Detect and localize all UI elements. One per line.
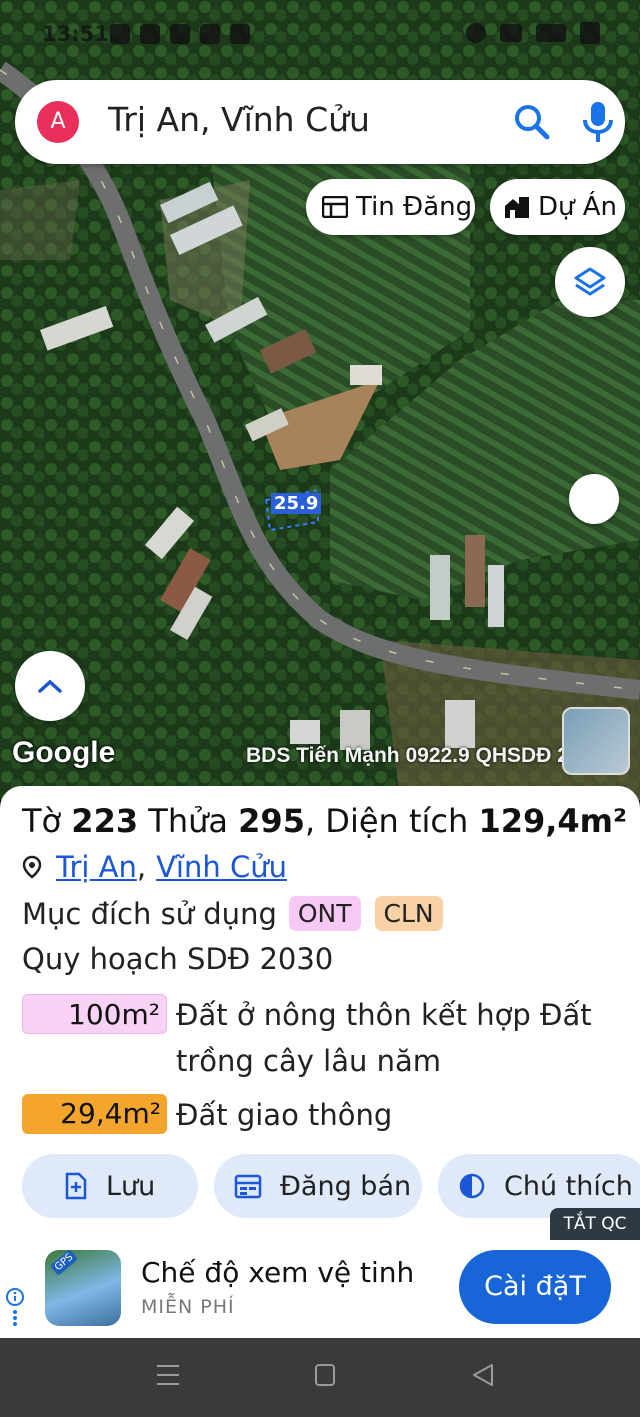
- tag-ont: ONT: [288, 896, 361, 931]
- tin-dang-label: Tin Đăng: [356, 192, 473, 222]
- zalo-icon: [110, 24, 130, 44]
- location-link-district[interactable]: Vĩnh Cửu: [156, 850, 287, 884]
- status-time: 13:51: [42, 22, 109, 46]
- thua-value: 295: [238, 802, 305, 840]
- app-icon[interactable]: GPS: [45, 1250, 121, 1326]
- facebook-icon: [170, 24, 190, 44]
- tiktok-icon: [140, 24, 160, 44]
- parcel-info-sheet: Tờ 223 Thửa 295, Diện tích 129,4m² Trị A…: [0, 786, 640, 1240]
- bookmark-add-icon: [65, 1172, 87, 1200]
- ad-info-icon[interactable]: [4, 1288, 26, 1328]
- parcel-location: Trị An, Vĩnh Cửu: [22, 850, 287, 884]
- planning-heading: Quy hoạch SDĐ 2030: [22, 942, 334, 976]
- plot-area-label[interactable]: 25.9: [268, 491, 322, 525]
- install-button[interactable]: Cài đặT: [459, 1250, 611, 1324]
- status-bar: 13:51: [0, 0, 640, 70]
- legend-label: Chú thích: [504, 1170, 633, 1202]
- ad-subtitle: MIỄN PHÍ: [141, 1296, 235, 1318]
- du-an-label: Dự Án: [538, 192, 618, 222]
- building-icon: [505, 197, 529, 218]
- tin-dang-button[interactable]: Tin Đăng: [306, 179, 475, 235]
- map-layers-button[interactable]: [555, 247, 625, 317]
- zalo-icon: [200, 24, 220, 44]
- search-icon[interactable]: [512, 102, 552, 142]
- area-ont-description: Đất ở nông thôn kết hợp Đất trồng cây lâ…: [176, 998, 592, 1078]
- mic-icon[interactable]: [580, 100, 616, 144]
- gps-badge: GPS: [49, 1250, 79, 1276]
- location-separator: ,: [136, 850, 147, 884]
- system-nav-bar: [0, 1338, 640, 1417]
- du-an-button[interactable]: Dự Án: [490, 179, 625, 235]
- save-button[interactable]: Lưu: [22, 1154, 198, 1218]
- land-use-row: Mục đích sử dụng ONT CLN: [22, 896, 443, 931]
- notification-icons: [110, 24, 250, 44]
- hide-ads-button[interactable]: TẮT QC: [550, 1208, 640, 1240]
- alarm-icon: [466, 23, 486, 43]
- contrast-icon: [459, 1173, 485, 1199]
- location-pin-icon: [22, 855, 42, 879]
- listing-icon: [322, 196, 348, 218]
- locate-button[interactable]: [569, 474, 619, 524]
- battery-icon: [580, 22, 600, 44]
- search-query[interactable]: Trị An, Vĩnh Cửu: [108, 100, 370, 139]
- calendar-icon: [234, 1174, 262, 1199]
- area-ont-value: 100m²: [22, 994, 167, 1034]
- dientich-label: , Diện tích: [304, 802, 469, 840]
- google-logo: Google: [12, 736, 116, 769]
- to-value: 223: [71, 802, 139, 840]
- post-sale-button[interactable]: Đăng bán: [214, 1154, 422, 1218]
- chevron-up-icon: [38, 679, 62, 693]
- to-label: Tờ: [22, 802, 62, 840]
- account-avatar[interactable]: A: [37, 101, 79, 143]
- home-nav-icon[interactable]: [313, 1362, 337, 1388]
- land-use-label: Mục đích sử dụng: [22, 896, 277, 931]
- ad-app-title[interactable]: Chế độ xem vệ tinh: [141, 1256, 414, 1289]
- thua-label: Thửa: [148, 802, 228, 840]
- street-view-thumbnail[interactable]: [562, 707, 630, 775]
- dientich-value: 129,4m²: [478, 802, 628, 840]
- plot-area-value: 25.9: [271, 493, 322, 514]
- area-giao-thong-description: Đất giao thông: [176, 1098, 393, 1132]
- volte-icon: [500, 24, 522, 42]
- menu-nav-icon[interactable]: [155, 1362, 181, 1388]
- location-link-commune[interactable]: Trị An: [56, 850, 137, 884]
- area-giao-thong-value: 29,4m²: [22, 1094, 167, 1134]
- parcel-title: Tờ 223 Thửa 295, Diện tích 129,4m²: [22, 802, 627, 840]
- layers-icon: [574, 267, 606, 296]
- post-sale-label: Đăng bán: [280, 1170, 412, 1202]
- back-nav-icon[interactable]: [470, 1362, 496, 1388]
- ad-banner[interactable]: GPS Chế độ xem vệ tinh MIỄN PHÍ Cài đặT: [0, 1240, 640, 1338]
- expand-sheet-button[interactable]: [15, 651, 85, 721]
- map-watermark: BDS Tiến Mạnh 0922.9 QHSDĐ 2030: [246, 744, 604, 767]
- signal-icon: [536, 24, 566, 42]
- search-bar[interactable]: A Trị An, Vĩnh Cửu: [15, 80, 625, 164]
- save-label: Lưu: [106, 1170, 156, 1202]
- tiktok-icon: [230, 24, 250, 44]
- tag-cln: CLN: [374, 896, 443, 931]
- system-icons: [466, 22, 600, 44]
